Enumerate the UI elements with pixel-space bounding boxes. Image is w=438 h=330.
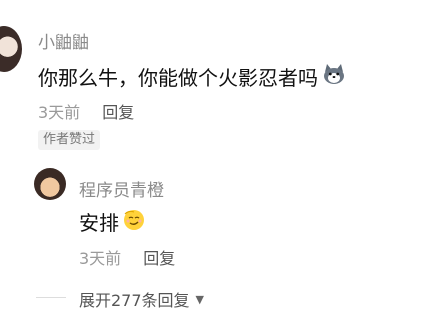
reply-text[interactable]: 安排: [79, 207, 147, 236]
reply-meta: 3天前 回复: [79, 245, 175, 269]
comment-text[interactable]: 你那么牛，你能做个火影忍者吗: [38, 62, 346, 91]
reply-avatar[interactable]: [34, 168, 66, 200]
divider: [36, 297, 66, 298]
chevron-down-icon: ▼: [195, 292, 205, 306]
author-liked-badge: 作者赞过: [38, 130, 101, 150]
reply-author[interactable]: 程序员青橙: [79, 176, 164, 201]
comment-author[interactable]: 小鼬鼬: [38, 28, 89, 53]
comment-text-body: 你那么牛，你能做个火影忍者吗: [38, 66, 318, 90]
comment-time: 3天前: [38, 103, 81, 122]
reply-button[interactable]: 回复: [102, 99, 134, 123]
reply-text-body: 安排: [79, 211, 119, 235]
smirk-emoji-icon: [121, 207, 147, 236]
husky-emoji-icon: [322, 63, 346, 90]
reply-time: 3天前: [79, 249, 122, 268]
reply-reply-button[interactable]: 回复: [143, 245, 175, 269]
expand-replies-label: 展开277条回复: [79, 291, 190, 310]
expand-replies-button[interactable]: 展开277条回复 ▼: [79, 287, 204, 311]
avatar[interactable]: [0, 26, 22, 72]
comment-meta: 3天前 回复: [38, 99, 134, 123]
